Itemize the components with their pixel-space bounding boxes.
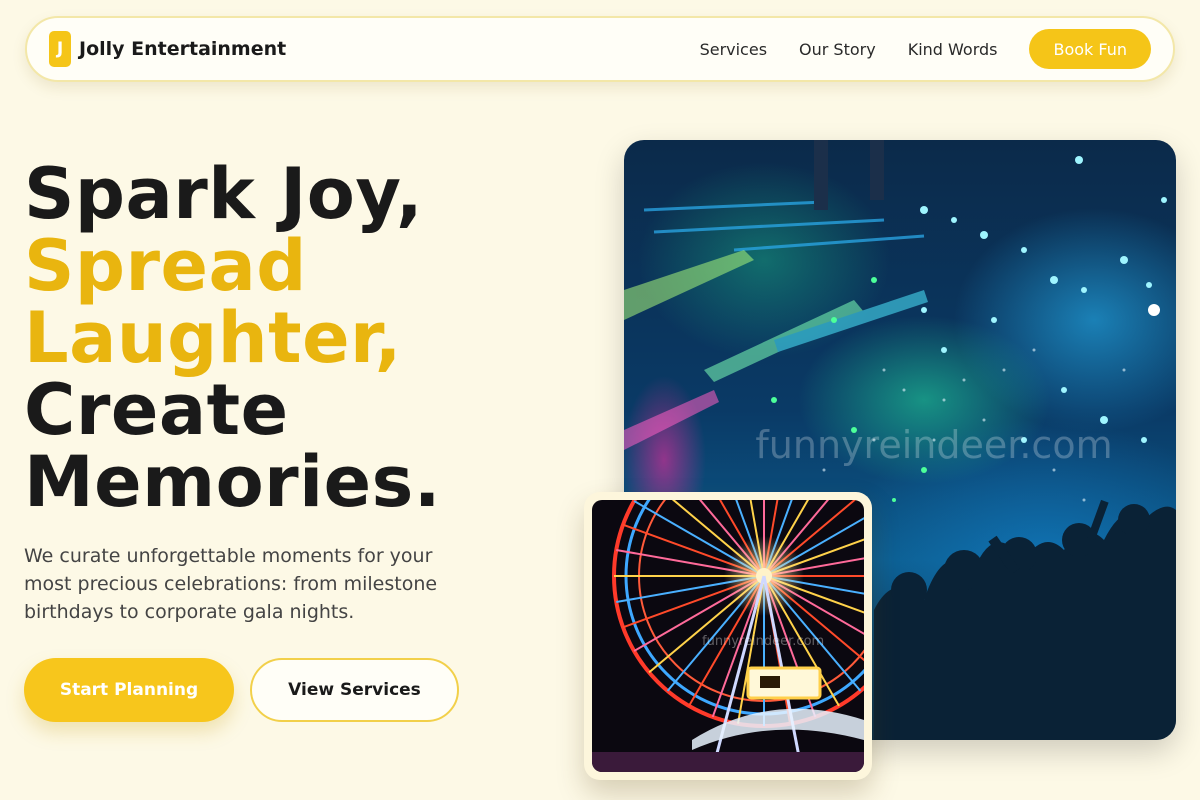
brand[interactable]: J Jolly Entertainment [49, 31, 286, 67]
nav-links: Services Our Story Kind Words Book Fun [700, 29, 1151, 69]
headline-line: Create [24, 369, 289, 451]
nav-link-kind-words[interactable]: Kind Words [908, 40, 998, 59]
nav-link-our-story[interactable]: Our Story [799, 40, 876, 59]
main-image-watermark: funnyreindeer.com [755, 423, 1112, 467]
book-fun-button[interactable]: Book Fun [1029, 29, 1151, 69]
headline-accent-line: Spread [24, 225, 307, 307]
card-image-watermark: funnyreindeer.com [702, 634, 824, 649]
view-services-button[interactable]: View Services [250, 658, 459, 722]
headline-line: Memories. [24, 441, 441, 523]
hero-subtitle: We curate unforgettable moments for your… [24, 545, 438, 623]
ferris-wheel-card: funnyreindeer.com [584, 492, 872, 780]
nav-link-services[interactable]: Services [700, 40, 767, 59]
headline-accent-line: Laughter, [24, 297, 402, 379]
hero-headline: Spark Joy, Spread Laughter, Create Memor… [24, 158, 441, 518]
headline-line: Spark Joy, [24, 153, 424, 235]
brand-name: Jolly Entertainment [79, 38, 287, 60]
ferris-wheel-image: funnyreindeer.com [592, 500, 864, 772]
top-navbar: J Jolly Entertainment Services Our Story… [25, 16, 1175, 82]
start-planning-button[interactable]: Start Planning [24, 658, 234, 722]
brand-logo-icon: J [49, 31, 71, 67]
ferris-wheel-scene: funnyreindeer.com [592, 500, 864, 772]
